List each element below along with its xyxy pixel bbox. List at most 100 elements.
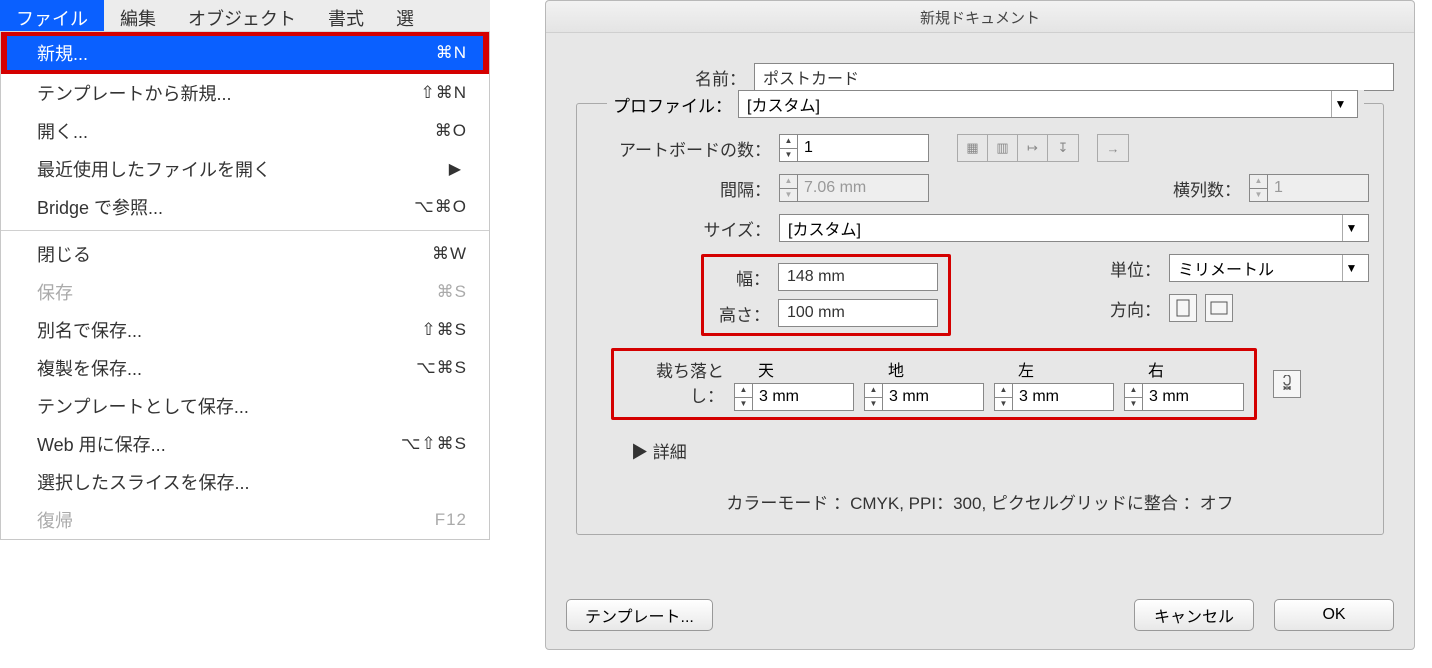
chevron-down-icon: ▼ (1331, 91, 1349, 117)
menu-open-recent-label: 最近使用したファイルを開く (37, 156, 271, 182)
menu-save-web-label: Web 用に保存... (37, 431, 166, 457)
bleed-left-stepper[interactable]: ▲▼ (994, 383, 1114, 411)
menu-close-shortcut: ⌘W (432, 244, 467, 264)
menubar: ファイル 編集 オブジェクト 書式 選 (0, 0, 490, 32)
menu-close[interactable]: 閉じる ⌘W (1, 235, 489, 273)
spacing-input (798, 175, 928, 201)
bleed-left-input[interactable] (1013, 384, 1113, 410)
menu-revert-label: 復帰 (37, 507, 73, 533)
layout-col-icon[interactable]: ↧ (1048, 135, 1078, 161)
bleed-highlight: 裁ち落とし： 天 ▲▼ 地 ▲▼ (611, 348, 1257, 420)
menu-save-slices-label: 選択したスライスを保存... (37, 469, 249, 495)
bleed-right-label: 右 (1124, 357, 1164, 381)
triangle-right-icon: ▶ (631, 443, 648, 462)
submenu-arrow-icon: ▶ (449, 159, 467, 179)
layout-row-icon[interactable]: ↦ (1018, 135, 1048, 161)
bleed-label: 裁ち落とし： (624, 357, 724, 411)
width-label: 幅： (714, 265, 770, 290)
bleed-link-button[interactable] (1273, 370, 1301, 398)
cancel-button[interactable]: キャンセル (1134, 599, 1254, 631)
menu-save-template-label: テンプレートとして保存... (37, 393, 249, 419)
menu-close-label: 閉じる (37, 241, 91, 267)
menu-save-as[interactable]: 別名で保存... ⇧⌘S (1, 311, 489, 349)
menu-save-web[interactable]: Web 用に保存... ⌥⇧⌘S (1, 425, 489, 463)
menu-revert-shortcut: F12 (435, 510, 467, 530)
artboard-layout-icons[interactable]: ▦ ▥ ↦ ↧ (957, 134, 1079, 162)
menu-save-slices[interactable]: 選択したスライスを保存... (1, 463, 489, 501)
bleed-right-input[interactable] (1143, 384, 1243, 410)
height-label: 高さ： (714, 301, 770, 326)
menubar-format[interactable]: 書式 (312, 0, 380, 31)
menu-new[interactable]: 新規... ⌘N (1, 32, 489, 74)
bleed-top-stepper[interactable]: ▲▼ (734, 383, 854, 411)
menu-revert: 復帰 F12 (1, 501, 489, 539)
menubar-object[interactable]: オブジェクト (172, 0, 312, 31)
units-label: 単位： (1110, 256, 1161, 281)
height-input[interactable] (778, 299, 938, 327)
units-select[interactable]: ミリメートル ▼ (1169, 254, 1369, 282)
menu-save-copy-label: 複製を保存... (37, 355, 142, 381)
orientation-portrait-button[interactable] (1169, 294, 1197, 322)
dialog-title: 新規ドキュメント (546, 1, 1414, 33)
size-value: [カスタム] (788, 216, 861, 240)
menu-divider-1 (1, 230, 489, 231)
menu-browse-bridge[interactable]: Bridge で参照... ⌥⌘O (1, 188, 489, 226)
chevron-down-icon: ▼ (1342, 215, 1360, 241)
columns-label: 横列数： (1173, 176, 1241, 201)
menu-browse-bridge-label: Bridge で参照... (37, 194, 163, 220)
menu-new-from-template-shortcut: ⇧⌘N (420, 83, 467, 103)
orientation-label: 方向： (1110, 296, 1161, 321)
menu-new-from-template[interactable]: テンプレートから新規... ⇧⌘N (1, 74, 489, 112)
menu-new-label: 新規... (37, 40, 88, 66)
template-button[interactable]: テンプレート... (566, 599, 713, 631)
size-label: サイズ： (591, 216, 771, 241)
menubar-select[interactable]: 選 (380, 0, 430, 31)
bleed-right-stepper[interactable]: ▲▼ (1124, 383, 1244, 411)
chevron-down-icon: ▼ (1342, 255, 1360, 281)
ok-button[interactable]: OK (1274, 599, 1394, 631)
menu-save-label: 保存 (37, 279, 73, 305)
menu-save-web-shortcut: ⌥⇧⌘S (401, 434, 467, 454)
advanced-disclosure[interactable]: ▶ 詳細 (631, 438, 1369, 463)
artboards-label: アートボードの数： (591, 136, 771, 161)
artboards-stepper[interactable]: ▲▼ (779, 134, 929, 162)
name-label: 名前： (566, 65, 746, 90)
bleed-bottom-stepper[interactable]: ▲▼ (864, 383, 984, 411)
units-value: ミリメートル (1178, 256, 1274, 280)
name-input[interactable] (754, 63, 1394, 91)
columns-input (1268, 175, 1368, 201)
layout-grid-col-icon[interactable]: ▥ (988, 135, 1018, 161)
menu-save-copy[interactable]: 複製を保存... ⌥⌘S (1, 349, 489, 387)
layout-grid-row-icon[interactable]: ▦ (958, 135, 988, 161)
menu-open-recent[interactable]: 最近使用したファイルを開く ▶ (1, 150, 489, 188)
menu-save-template[interactable]: テンプレートとして保存... (1, 387, 489, 425)
bleed-left-label: 左 (994, 357, 1034, 381)
menubar-edit[interactable]: 編集 (104, 0, 172, 31)
direction-right-icon[interactable]: → (1098, 135, 1128, 161)
menu-save-as-shortcut: ⇧⌘S (421, 320, 467, 340)
file-dropdown: 新規... ⌘N テンプレートから新規... ⇧⌘N 開く... ⌘O 最近使用… (0, 32, 490, 540)
size-select[interactable]: [カスタム] ▼ (779, 214, 1369, 242)
menu-browse-bridge-shortcut: ⌥⌘O (414, 197, 467, 217)
artboard-direction-icons[interactable]: → (1097, 134, 1129, 162)
profile-label: プロファイル： (613, 92, 732, 117)
menu-new-from-template-label: テンプレートから新規... (37, 80, 231, 106)
menu-open[interactable]: 開く... ⌘O (1, 112, 489, 150)
bleed-top-label: 天 (734, 357, 774, 381)
menu-new-shortcut: ⌘N (436, 43, 467, 63)
document-info: カラーモード ：CMYK, PPI：300, ピクセルグリッドに整合 ：オフ (591, 489, 1369, 514)
menu-save: 保存 ⌘S (1, 273, 489, 311)
artboards-input[interactable] (798, 135, 928, 161)
width-input[interactable] (778, 263, 938, 291)
bleed-top-input[interactable] (753, 384, 853, 410)
profile-select[interactable]: [カスタム] ▼ (738, 90, 1358, 118)
new-document-dialog: 新規ドキュメント 名前： プロファイル： [カスタム] ▼ アートボードの数： … (545, 0, 1415, 650)
bleed-bottom-input[interactable] (883, 384, 983, 410)
orientation-landscape-button[interactable] (1205, 294, 1233, 322)
menubar-file[interactable]: ファイル (0, 0, 104, 31)
menu-save-copy-shortcut: ⌥⌘S (416, 358, 467, 378)
menu-open-label: 開く... (37, 118, 88, 144)
advanced-label: 詳細 (653, 443, 687, 462)
bleed-bottom-label: 地 (864, 357, 904, 381)
menu-save-as-label: 別名で保存... (37, 317, 142, 343)
